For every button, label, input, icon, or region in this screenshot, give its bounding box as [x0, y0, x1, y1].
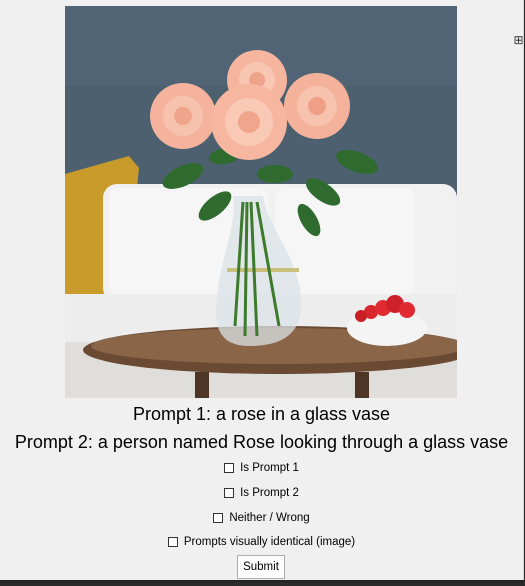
- option-neither-wrong[interactable]: Neither / Wrong: [0, 512, 523, 524]
- option-is-prompt-1[interactable]: Is Prompt 1: [0, 462, 523, 474]
- checkbox[interactable]: [167, 537, 178, 547]
- checkbox-label: Is Prompt 2: [240, 487, 299, 499]
- resize-grip-icon: ⊞: [513, 33, 524, 47]
- checkbox[interactable]: [213, 513, 224, 523]
- option-prompts-identical[interactable]: Prompts visually identical (image): [0, 536, 523, 548]
- prompt-1-text: Prompt 1: a rose in a glass vase: [132, 404, 391, 424]
- checkbox-label: Is Prompt 1: [240, 462, 299, 474]
- rose-vase-photo: [65, 6, 457, 398]
- option-is-prompt-2[interactable]: Is Prompt 2: [0, 487, 523, 499]
- app-window: Prompt 1: a rose in a glass vase Prompt …: [0, 0, 524, 580]
- submit-button[interactable]: Submit: [237, 555, 285, 579]
- checkbox-label: Neither / Wrong: [229, 512, 310, 524]
- prompt-2-text: Prompt 2: a person named Rose looking th…: [14, 432, 509, 452]
- checkbox[interactable]: [224, 463, 235, 473]
- photo-table-leg-1: [195, 372, 209, 398]
- photo-table-leg-2: [355, 372, 369, 398]
- checkbox[interactable]: [224, 488, 235, 498]
- checkbox-label: Prompts visually identical (image): [183, 536, 356, 548]
